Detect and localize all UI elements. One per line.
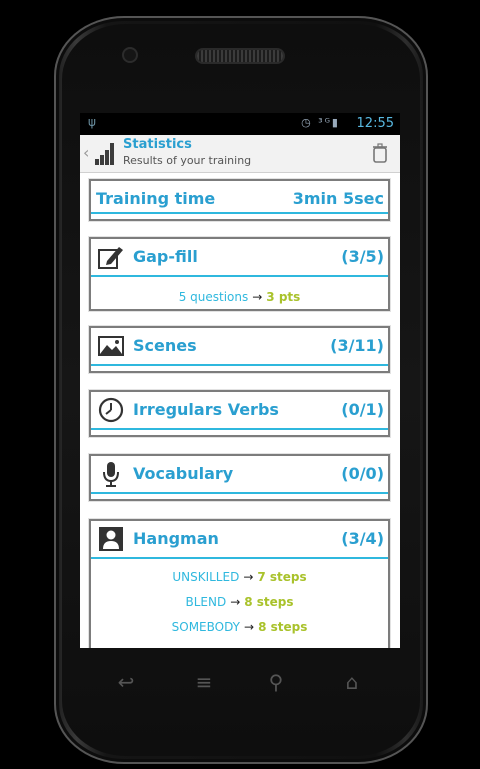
training-time-label: Training time: [96, 189, 216, 208]
status-bar: ψ ◷ ³ᴳ▮ 12:55: [80, 113, 400, 135]
result-value: 8 steps: [244, 595, 294, 609]
page-title: Statistics: [123, 137, 192, 152]
scenes-header[interactable]: Scenes (3/11): [91, 328, 388, 366]
divider: [91, 492, 388, 494]
image-icon: [98, 336, 124, 356]
scenes-card[interactable]: Scenes (3/11): [89, 326, 390, 373]
gap-fill-label: Gap-fill: [133, 247, 198, 266]
arrow-icon: →: [252, 290, 263, 304]
arrow-icon: →: [243, 570, 254, 584]
irregular-verbs-score: (0/1): [341, 400, 384, 419]
divider: [91, 212, 388, 214]
gap-fill-card[interactable]: Gap-fill (3/5) 5 questions → 3 pts: [89, 237, 390, 311]
menu-key-icon[interactable]: ≡: [184, 670, 224, 694]
microphone-icon: [103, 462, 119, 487]
hangman-score: (3/4): [341, 529, 384, 548]
hangman-card[interactable]: Hangman (3/4) UNSKILLED → 7 steps BLEND → 8 …: [89, 519, 390, 648]
page-subtitle: Results of your training: [123, 154, 252, 167]
gap-fill-details: 5 questions → 3 pts: [91, 277, 388, 310]
front-camera: [124, 49, 136, 61]
status-icons: ◷ ³ᴳ▮: [301, 116, 340, 129]
irregular-verbs-card[interactable]: Irregulars Verbs (0/1): [89, 390, 390, 437]
vocabulary-label: Vocabulary: [133, 464, 234, 483]
home-key-icon[interactable]: ⌂: [332, 670, 372, 694]
clock-icon: [98, 397, 124, 423]
trash-icon[interactable]: [372, 143, 388, 163]
result-value: 8 steps: [258, 620, 308, 634]
result-label: BLEND: [185, 595, 227, 609]
training-time-card: Training time 3min 5sec: [89, 179, 390, 221]
divider: [91, 364, 388, 366]
hangman-label: Hangman: [133, 529, 219, 548]
person-icon: [99, 527, 123, 551]
result-row: BLEND → 8 steps: [91, 590, 388, 615]
scenes-score: (3/11): [330, 336, 384, 355]
result-label: 5 questions: [178, 290, 249, 304]
search-key-icon[interactable]: ⚲: [256, 670, 296, 694]
result-value: 7 steps: [257, 570, 307, 584]
arrow-icon: →: [230, 595, 241, 609]
pencil-icon: [98, 247, 123, 269]
result-row: UNSKILLED → 7 steps: [91, 565, 388, 590]
irregular-verbs-header[interactable]: Irregulars Verbs (0/1): [91, 392, 388, 430]
arrow-icon: →: [244, 620, 255, 634]
usb-icon: ψ: [88, 115, 96, 129]
app-screen: ‹ Statistics Results of your training Tr…: [80, 135, 400, 648]
back-key-icon[interactable]: ↩: [106, 670, 146, 694]
scenes-label: Scenes: [133, 336, 197, 355]
vocabulary-header[interactable]: Vocabulary (0/0): [91, 456, 388, 494]
hangman-header[interactable]: Hangman (3/4): [91, 521, 388, 559]
result-label: SOMEBODY: [171, 620, 241, 634]
action-bar: ‹ Statistics Results of your training: [80, 135, 400, 173]
divider: [91, 428, 388, 430]
training-time-value: 3min 5sec: [292, 189, 384, 208]
statistics-bars-icon[interactable]: [92, 143, 118, 165]
navigation-keys: ↩ ≡ ⚲ ⌂: [80, 670, 400, 700]
vocabulary-score: (0/0): [341, 464, 384, 483]
status-time: 12:55: [356, 116, 394, 131]
result-row: 5 questions → 3 pts: [91, 285, 388, 310]
gap-fill-score: (3/5): [341, 247, 384, 266]
irregular-verbs-label: Irregulars Verbs: [133, 400, 279, 419]
hangman-details: UNSKILLED → 7 steps BLEND → 8 steps SOMEBODY…: [91, 559, 388, 640]
up-chevron-icon[interactable]: ‹: [83, 143, 89, 162]
vocabulary-card[interactable]: Vocabulary (0/0): [89, 454, 390, 501]
result-label: UNSKILLED: [172, 570, 240, 584]
result-row: SOMEBODY → 8 steps: [91, 615, 388, 640]
earpiece-speaker: [197, 50, 283, 62]
result-value: 3 pts: [266, 290, 301, 304]
gap-fill-header[interactable]: Gap-fill (3/5): [91, 239, 388, 277]
